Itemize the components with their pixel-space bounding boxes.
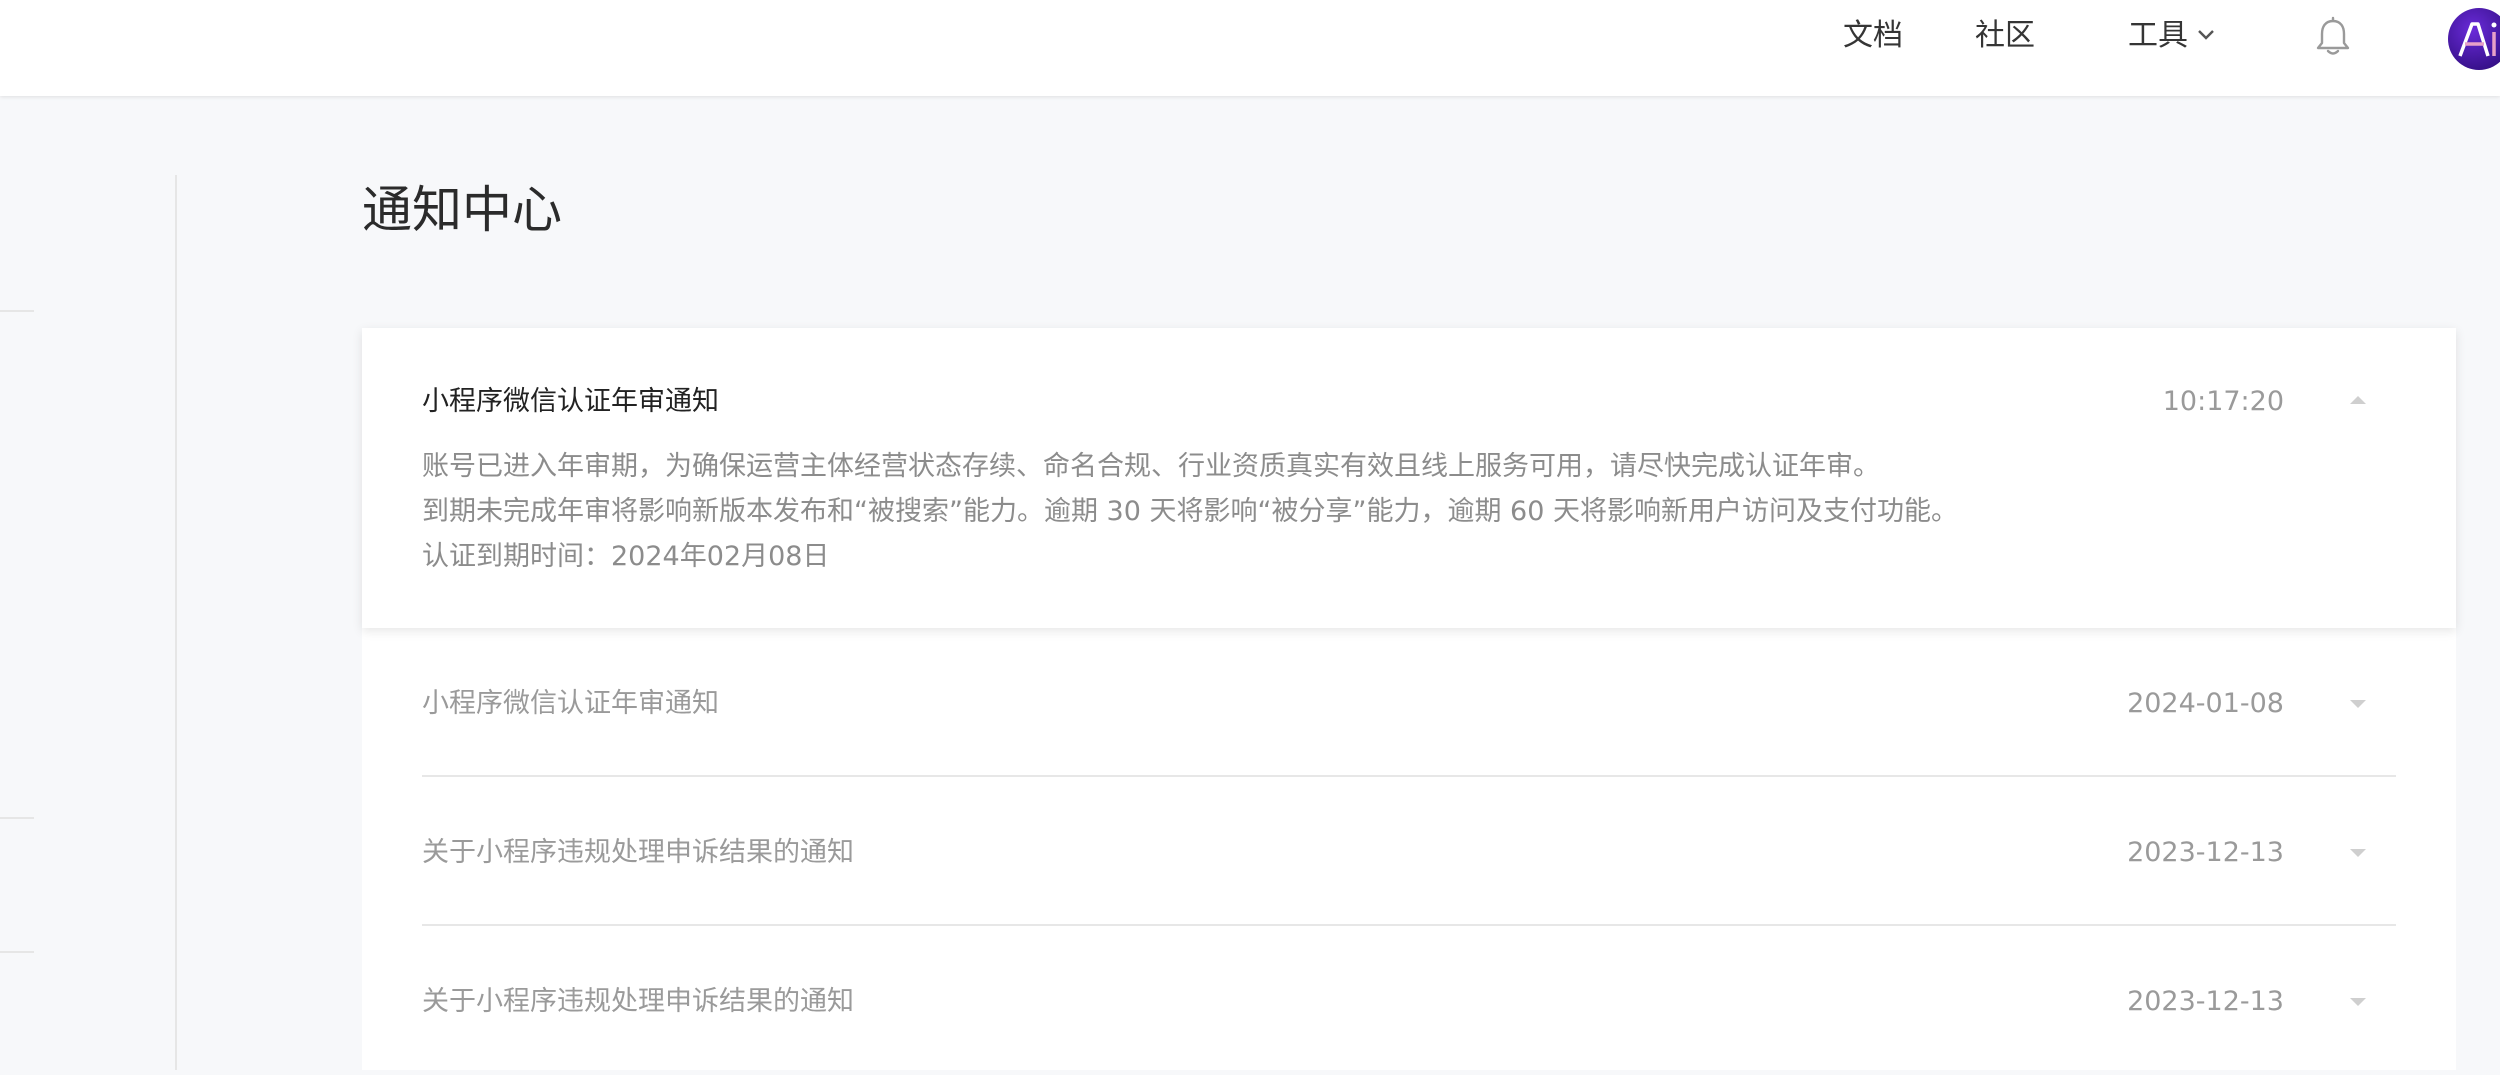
notification-list: 小程序微信认证年审通知 10:17:20 账号已进入年审期，为确保运营主体经营状… (362, 328, 2456, 1070)
notification-item-expanded[interactable]: 小程序微信认证年审通知 10:17:20 账号已进入年审期，为确保运营主体经营状… (362, 328, 2456, 628)
sidebar-separator (0, 310, 34, 312)
nav-tools-label: 工具 (2128, 18, 2188, 53)
notification-time: 10:17:20 (2162, 386, 2284, 417)
nav-docs-link[interactable]: 文档 (1843, 14, 1903, 58)
expand-caret-icon[interactable] (2350, 849, 2366, 857)
ai-avatar-icon (2458, 22, 2497, 57)
sidebar-separator (0, 951, 34, 953)
expand-caret-icon[interactable] (2350, 700, 2366, 708)
notification-date: 2024-01-08 (2127, 688, 2284, 719)
notification-date: 2023-12-13 (2127, 837, 2284, 868)
sidebar-separator (0, 817, 34, 819)
notification-title: 小程序微信认证年审通知 (422, 688, 719, 719)
notification-item[interactable]: 小程序微信认证年审通知 2024-01-08 (362, 628, 2456, 777)
bell-icon[interactable] (2314, 16, 2352, 58)
notification-date: 2023-12-13 (2127, 986, 2284, 1017)
chevron-down-icon (2198, 29, 2214, 40)
notification-item[interactable]: 关于小程序违规处理申诉结果的通知 2023-12-13 (362, 777, 2456, 926)
notification-body-line: 到期未完成年审将影响新版本发布和“被搜索”能力。逾期 30 天将影响“被分享”能… (422, 496, 1958, 527)
user-avatar[interactable] (2448, 8, 2500, 70)
top-navigation-bar: 文档 社区 工具 (0, 0, 2500, 96)
notification-title: 关于小程序违规处理申诉结果的通知 (422, 837, 854, 868)
notification-body-line: 账号已进入年审期，为确保运营主体经营状态存续、命名合规、行业资质真实有效且线上服… (422, 451, 1880, 482)
collapse-caret-icon[interactable] (2350, 396, 2366, 404)
expand-caret-icon[interactable] (2350, 998, 2366, 1006)
notification-expiry-line: 认证到期时间：2024年02月08日 (422, 541, 830, 572)
notification-item[interactable]: 关于小程序违规处理申诉结果的通知 2023-12-13 (362, 926, 2456, 1075)
notification-title: 小程序微信认证年审通知 (422, 386, 719, 417)
page-title: 通知中心 (362, 181, 562, 239)
nav-tools-dropdown[interactable]: 工具 (2128, 14, 2216, 58)
nav-community-link[interactable]: 社区 (1975, 14, 2035, 58)
notification-title: 关于小程序违规处理申诉结果的通知 (422, 986, 854, 1017)
notification-body: 账号已进入年审期，为确保运营主体经营状态存续、命名合规、行业资质真实有效且线上服… (422, 444, 2382, 579)
sidebar-divider (175, 175, 177, 1070)
